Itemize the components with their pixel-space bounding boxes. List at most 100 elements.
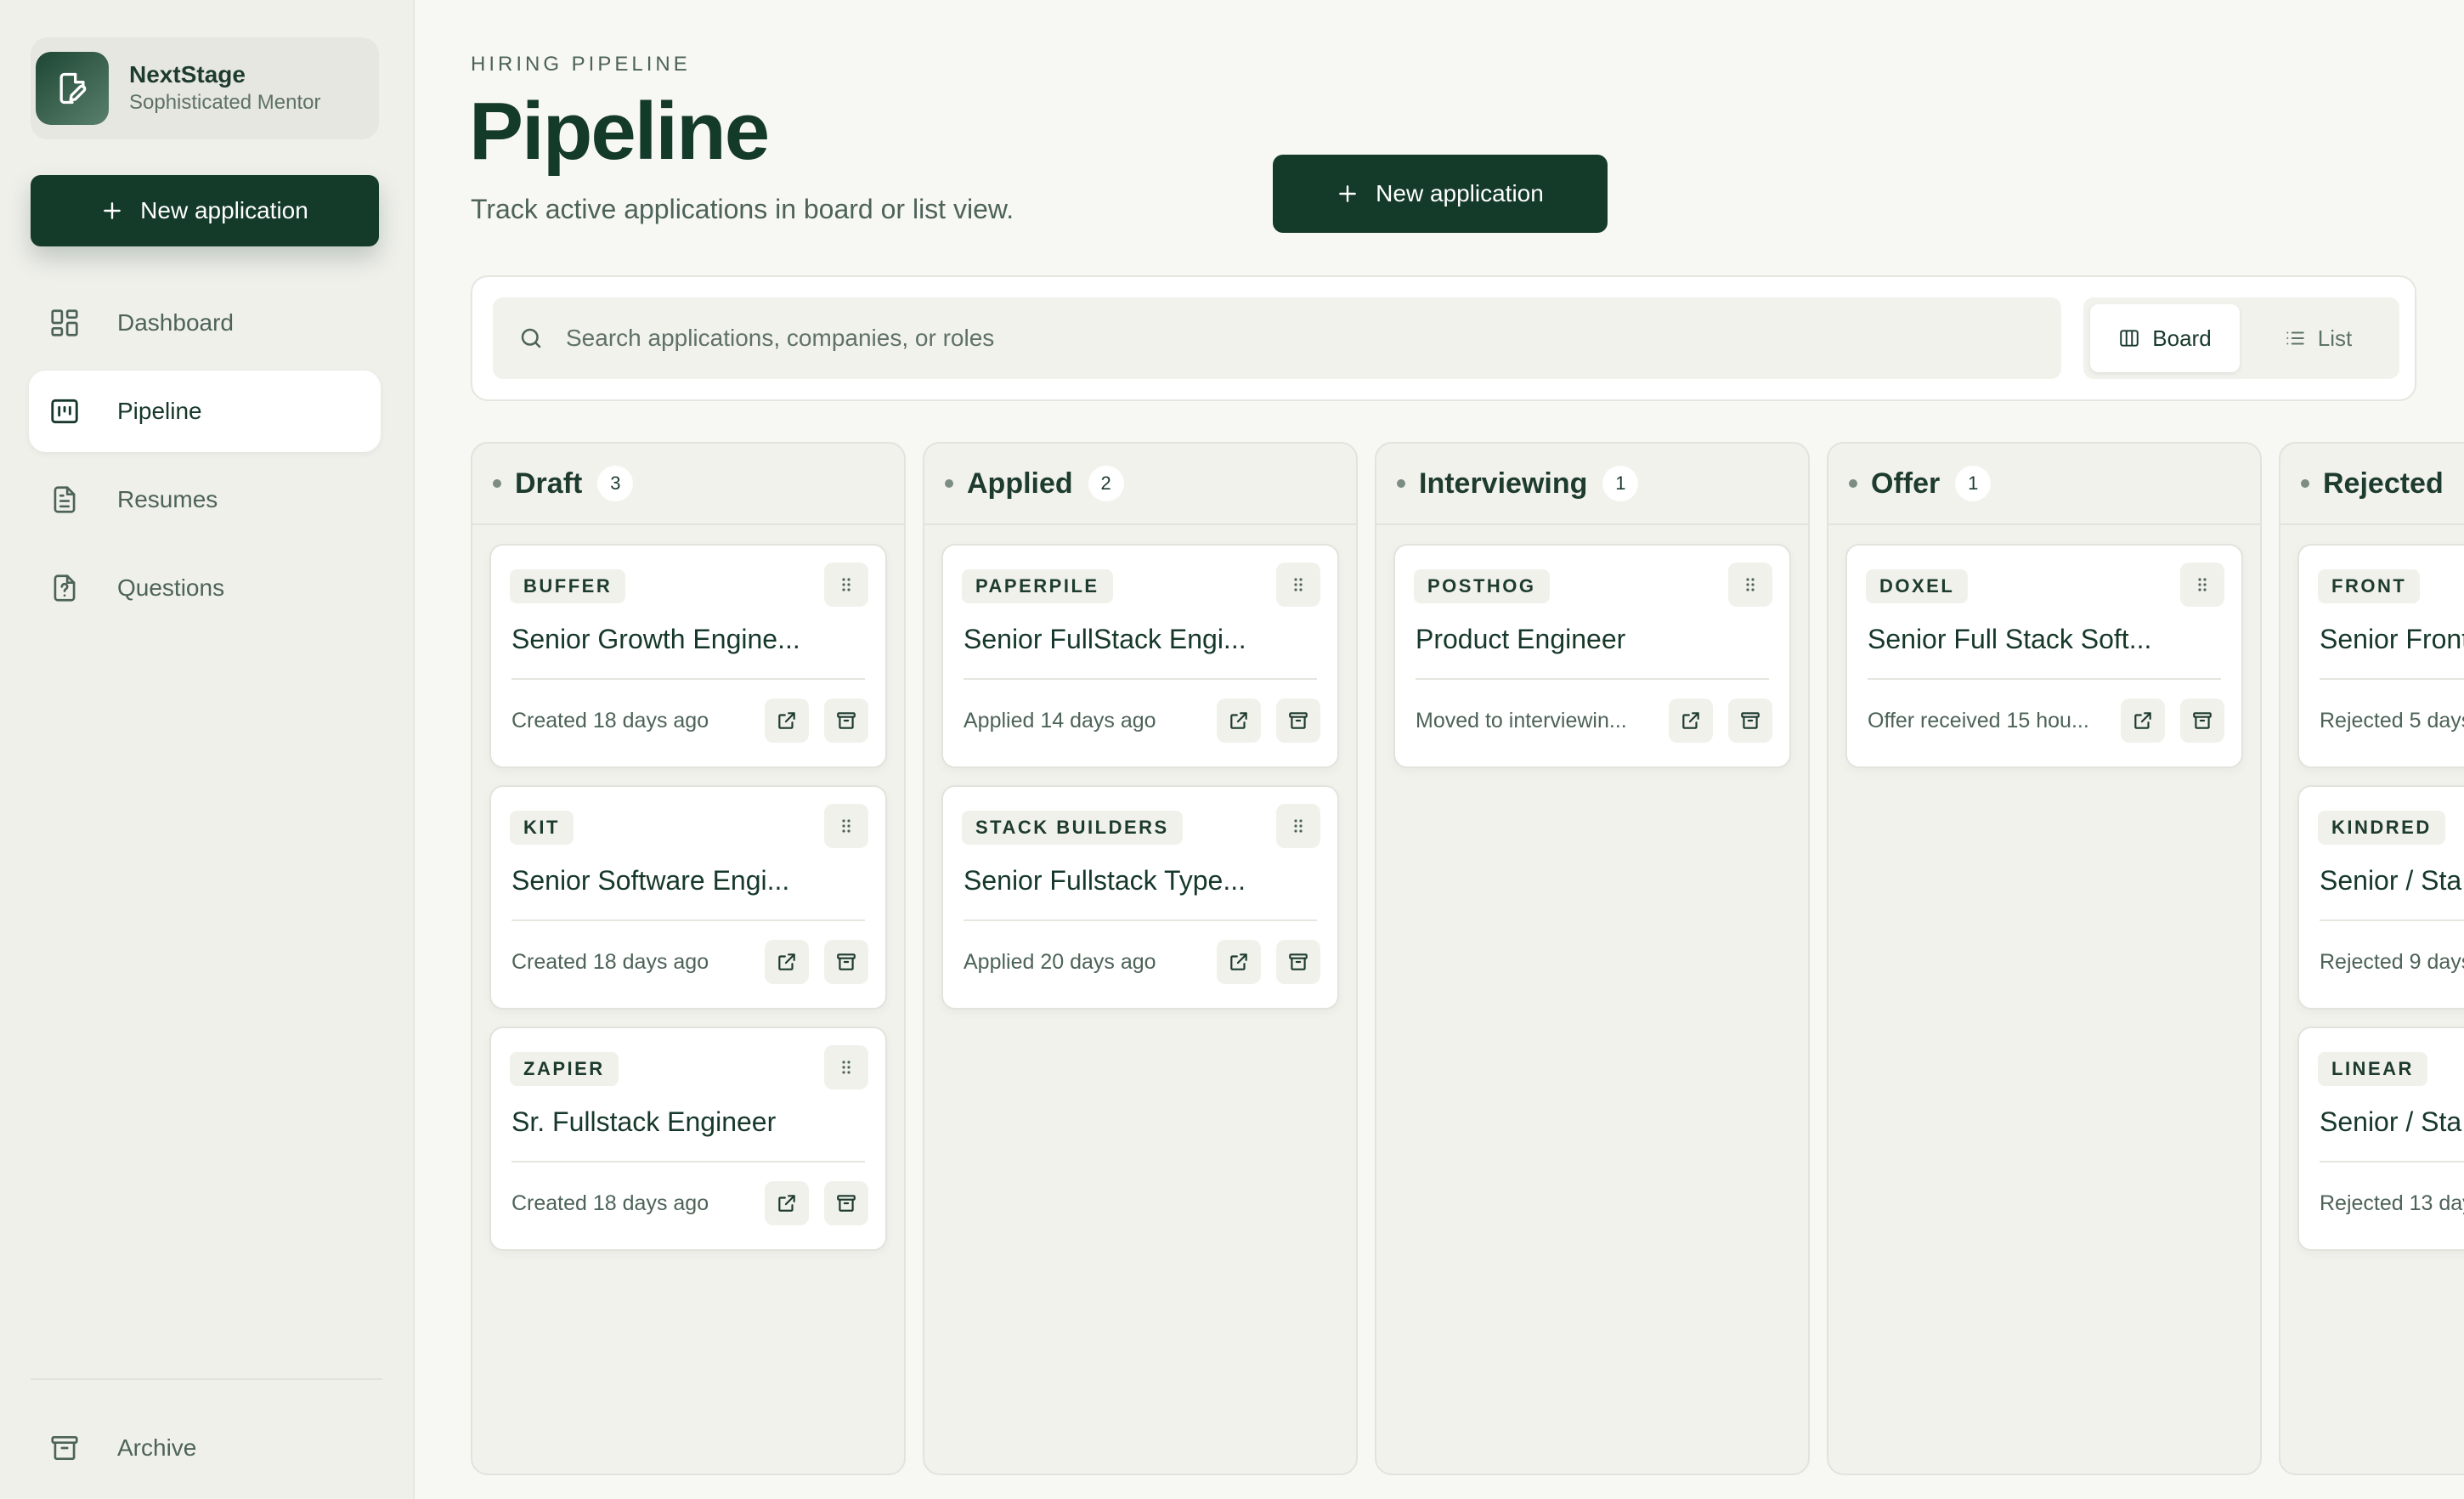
drag-handle-icon[interactable]	[824, 563, 868, 607]
application-card[interactable]: ZAPIER Sr. Fullstack Engineer Created 18 d…	[489, 1027, 887, 1251]
status-dot	[2301, 479, 2309, 488]
card-divider	[2320, 678, 2464, 680]
role-title: Senior Full Stack Soft...	[1868, 624, 2152, 654]
brand[interactable]: NextStage Sophisticated Mentor	[31, 37, 379, 139]
column-count-badge: 1	[1955, 466, 1992, 501]
card-status: Rejected 13 days	[2320, 1191, 2464, 1215]
archive-icon[interactable]	[1728, 699, 1772, 743]
open-external-icon[interactable]	[765, 940, 809, 984]
application-card[interactable]: KIT Senior Software Engi... Created 18 day…	[489, 785, 887, 1010]
drag-handle-icon[interactable]	[2180, 563, 2224, 607]
company-badge: STACK BUILDERS	[962, 811, 1183, 845]
drag-handle-icon[interactable]	[1276, 563, 1320, 607]
application-card[interactable]: BUFFER Senior Growth Engine... Created 18 …	[489, 544, 887, 768]
card-status: Rejected 5 days	[2320, 709, 2464, 733]
archive-icon	[48, 1432, 82, 1464]
column-title: Interviewing	[1419, 467, 1588, 500]
application-card[interactable]: POSTHOG Product Engineer Moved to intervie…	[1393, 544, 1791, 768]
company-badge: ZAPIER	[510, 1052, 619, 1086]
column-title: Applied	[967, 467, 1073, 500]
application-card[interactable]: FRONT Senior Front Rejected 5 days	[2297, 544, 2464, 768]
status-dot	[945, 479, 953, 488]
company-badge: KINDRED	[2318, 811, 2445, 845]
pipeline-icon	[48, 395, 82, 427]
status-dot	[493, 479, 501, 488]
search-input[interactable]	[566, 325, 1925, 352]
brand-name: NextStage	[129, 61, 246, 88]
column-count-badge: 3	[597, 466, 634, 501]
column-count-badge: 1	[1602, 466, 1639, 501]
page-eyebrow: HIRING PIPELINE	[471, 53, 691, 76]
drag-handle-icon[interactable]	[1728, 563, 1772, 607]
open-external-icon[interactable]	[1669, 699, 1713, 743]
archive-icon[interactable]	[1276, 940, 1320, 984]
archive-icon[interactable]	[824, 699, 868, 743]
header-new-application-label: New application	[1376, 180, 1544, 206]
view-toggle-board[interactable]: Board	[2090, 304, 2240, 372]
open-external-icon[interactable]	[1217, 699, 1261, 743]
main-content: HIRING PIPELINE Pipeline Track active ap…	[415, 0, 2464, 1499]
drag-handle-icon[interactable]	[1276, 804, 1320, 848]
kanban-board: Draft 3 BUFFER Senior Growth Engine... Creat…	[471, 442, 2464, 1499]
archive-icon[interactable]	[824, 1181, 868, 1225]
view-toggle: Board List	[2083, 297, 2399, 379]
document-icon	[48, 484, 82, 516]
application-card[interactable]: PAPERPILE Senior FullStack Engi... Applied…	[941, 544, 1339, 768]
open-external-icon[interactable]	[765, 1181, 809, 1225]
header-new-application-button[interactable]: New application	[1273, 155, 1608, 233]
view-toggle-board-label: Board	[2152, 325, 2212, 351]
role-title: Senior / Sta	[2320, 865, 2462, 896]
toolbar: Board List	[471, 275, 2416, 401]
sidebar-item-resumes[interactable]: Resumes	[29, 459, 381, 540]
role-title: Senior FullStack Engi...	[964, 624, 1246, 654]
archive-icon[interactable]	[2180, 699, 2224, 743]
sidebar-item-pipeline[interactable]: Pipeline	[29, 371, 381, 452]
application-card[interactable]: LINEAR Senior / Sta Rejected 13 days	[2297, 1027, 2464, 1251]
open-external-icon[interactable]	[1217, 940, 1261, 984]
card-status: Applied 20 days ago	[964, 950, 1156, 974]
card-status: Offer received 15 hou...	[1868, 709, 2089, 733]
company-badge: BUFFER	[510, 569, 626, 603]
column-header: Draft 3	[472, 444, 904, 525]
view-toggle-list-label: List	[2317, 325, 2353, 351]
open-external-icon[interactable]	[2121, 699, 2165, 743]
file-edit-icon	[54, 70, 91, 107]
role-title: Sr. Fullstack Engineer	[511, 1106, 777, 1137]
role-title: Senior Fullstack Type...	[964, 865, 1246, 896]
sidebar-item-questions[interactable]: Questions	[29, 547, 381, 629]
column-header: Offer 1	[1828, 444, 2260, 525]
open-external-icon[interactable]	[765, 699, 809, 743]
role-title: Product Engineer	[1416, 624, 1626, 654]
dashboard-icon	[48, 307, 82, 339]
search-bar[interactable]	[493, 297, 2061, 379]
columns-icon	[2118, 327, 2152, 349]
card-status: Created 18 days ago	[511, 709, 709, 733]
drag-handle-icon[interactable]	[824, 1045, 868, 1089]
card-divider	[2320, 1161, 2464, 1162]
application-card[interactable]: DOXEL Senior Full Stack Soft... Offer rece…	[1845, 544, 2243, 768]
sidebar-new-application-button[interactable]: New application	[31, 175, 379, 246]
brand-text: NextStage Sophisticated Mentor	[129, 60, 320, 116]
sidebar-item-archive[interactable]: Archive	[29, 1407, 381, 1489]
column-header: Interviewing 1	[1376, 444, 1808, 525]
view-toggle-list[interactable]: List	[2243, 304, 2393, 372]
search-icon	[518, 325, 544, 351]
column-header: Applied 2	[924, 444, 1356, 525]
sidebar-item-dashboard[interactable]: Dashboard	[29, 282, 381, 364]
sidebar-item-label: Resumes	[117, 486, 218, 512]
card-divider	[964, 919, 1317, 921]
company-badge: POSTHOG	[1414, 569, 1550, 603]
role-title: Senior / Sta	[2320, 1106, 2462, 1137]
drag-handle-icon[interactable]	[824, 804, 868, 848]
column-title: Offer	[1871, 467, 1941, 500]
archive-icon[interactable]	[1276, 699, 1320, 743]
archive-icon[interactable]	[824, 940, 868, 984]
list-icon	[2284, 327, 2318, 349]
sidebar-item-label: Dashboard	[117, 309, 234, 336]
column-applied: Applied 2 PAPERPILE Senior FullStack Engi..…	[923, 442, 1358, 1475]
application-card[interactable]: KINDRED Senior / Sta Rejected 9 days	[2297, 785, 2464, 1010]
application-card[interactable]: STACK BUILDERS Senior Fullstack Type... Ap…	[941, 785, 1339, 1010]
sidebar: NextStage Sophisticated Mentor New appli…	[0, 0, 415, 1499]
role-title: Senior Growth Engine...	[511, 624, 800, 654]
brand-subtitle: Sophisticated Mentor	[129, 91, 321, 114]
